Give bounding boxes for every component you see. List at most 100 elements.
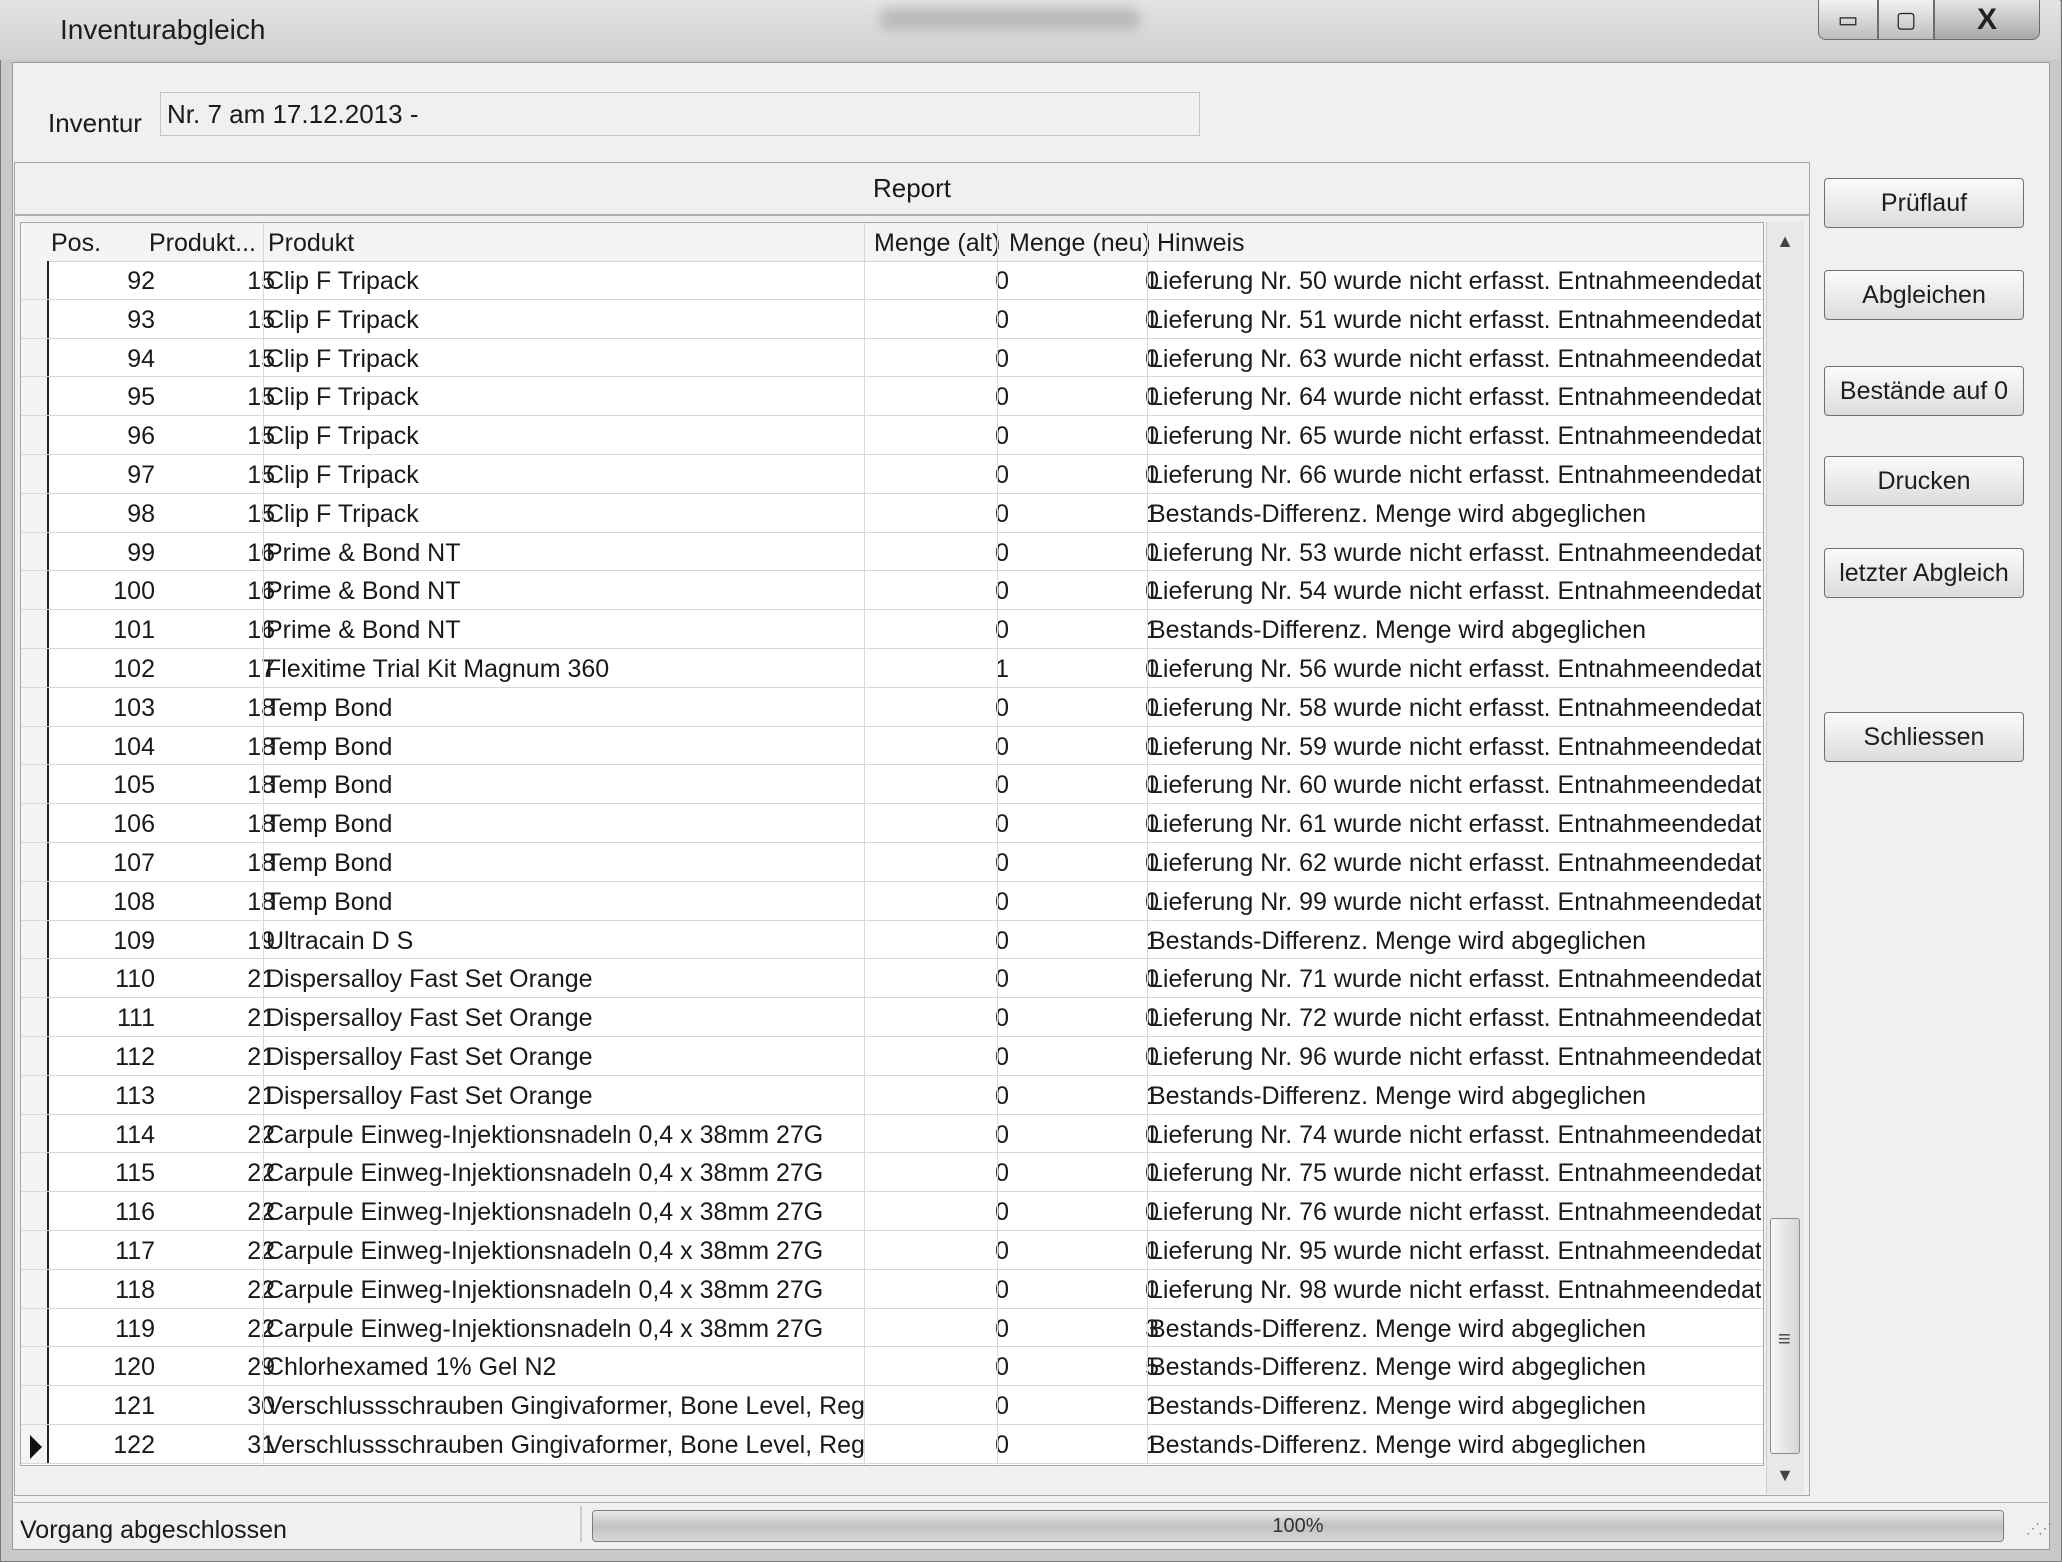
row-selector[interactable] <box>21 1230 49 1269</box>
cell-hinweis[interactable]: Bestands-Differenz. Menge wird abgeglich… <box>1149 1392 1761 1421</box>
cell-pos[interactable]: 114 <box>51 1121 155 1150</box>
row-selector[interactable] <box>21 1308 49 1347</box>
cell-menge-alt[interactable]: 0 <box>861 1353 1009 1382</box>
cell-produkt[interactable]: Prime & Bond NT <box>266 577 866 606</box>
table-row[interactable]: 102 17 Flexitime Trial Kit Magnum 360 1 0 Lie… <box>21 648 1763 688</box>
table-row[interactable]: 122 31 Verschlussschrauben Gingivaformer, … <box>21 1424 1763 1464</box>
cell-menge-neu[interactable]: 0 <box>999 1159 1159 1188</box>
abgleichen-button[interactable]: Abgleichen <box>1824 270 2024 320</box>
cell-menge-alt[interactable]: 0 <box>861 1392 1009 1421</box>
cell-produkt[interactable]: Temp Bond <box>266 733 866 762</box>
cell-hinweis[interactable]: Lieferung Nr. 59 wurde nicht erfasst. En… <box>1149 733 1761 762</box>
row-selector[interactable] <box>21 998 49 1036</box>
cell-menge-alt[interactable]: 0 <box>861 849 1009 878</box>
cell-produkt-nr[interactable]: 18 <box>161 888 275 917</box>
maximize-button[interactable]: ▢ <box>1878 0 1934 40</box>
cell-pos[interactable]: 98 <box>51 500 155 529</box>
cell-produkt[interactable]: Flexitime Trial Kit Magnum 360 <box>266 655 866 684</box>
cell-hinweis[interactable]: Lieferung Nr. 61 wurde nicht erfasst. En… <box>1149 810 1761 839</box>
cell-menge-neu[interactable]: 0 <box>999 1237 1159 1266</box>
cell-menge-alt[interactable]: 0 <box>861 733 1009 762</box>
cell-produkt[interactable]: Clip F Tripack <box>266 345 866 374</box>
row-selector[interactable] <box>21 377 49 416</box>
cell-produkt[interactable]: Carpule Einweg-Injektionsnadeln 0,4 x 38… <box>266 1121 866 1150</box>
table-row[interactable]: 108 18 Temp Bond 0 0 Lieferung Nr. 99 wurde n… <box>21 881 1763 921</box>
cell-menge-neu[interactable]: 0 <box>999 577 1159 606</box>
cell-menge-alt[interactable]: 0 <box>861 422 1009 451</box>
table-row[interactable]: 106 18 Temp Bond 0 0 Lieferung Nr. 61 wurde n… <box>21 804 1763 843</box>
table-row[interactable]: 117 22 Carpule Einweg-Injektionsnadeln 0,4… <box>21 1230 1763 1270</box>
cell-pos[interactable]: 111 <box>51 1004 155 1033</box>
cell-produkt-nr[interactable]: 22 <box>161 1315 275 1344</box>
prueflauf-button[interactable]: Prüflauf <box>1824 178 2024 228</box>
row-selector[interactable] <box>21 1424 49 1463</box>
cell-hinweis[interactable]: Lieferung Nr. 51 wurde nicht erfasst. En… <box>1149 306 1761 335</box>
cell-pos[interactable]: 101 <box>51 616 155 645</box>
cell-hinweis[interactable]: Lieferung Nr. 60 wurde nicht erfasst. En… <box>1149 771 1761 800</box>
cell-produkt-nr[interactable]: 30 <box>161 1392 275 1421</box>
cell-pos[interactable]: 106 <box>51 810 155 839</box>
cell-pos[interactable]: 92 <box>51 267 155 296</box>
bestaende-auf-0-button[interactable]: Bestände auf 0 <box>1824 366 2024 416</box>
cell-menge-alt[interactable]: 0 <box>861 539 1009 568</box>
table-row[interactable]: 116 22 Carpule Einweg-Injektionsnadeln 0,4… <box>21 1192 1763 1231</box>
cell-produkt-nr[interactable]: 15 <box>161 383 275 412</box>
cell-menge-neu[interactable]: 0 <box>999 461 1159 490</box>
cell-menge-neu[interactable]: 0 <box>999 810 1159 839</box>
row-selector[interactable] <box>21 959 49 998</box>
table-row[interactable]: 120 29 Chlorhexamed 1% Gel N2 0 5 Bestands-Di… <box>21 1347 1763 1387</box>
cell-produkt-nr[interactable]: 29 <box>161 1353 275 1382</box>
row-selector[interactable] <box>21 1036 49 1075</box>
scroll-up-icon[interactable]: ▲ <box>1766 224 1804 258</box>
cell-menge-alt[interactable]: 0 <box>861 461 1009 490</box>
row-selector[interactable] <box>21 842 49 881</box>
row-selector[interactable] <box>21 571 49 610</box>
cell-produkt-nr[interactable]: 15 <box>161 500 275 529</box>
cell-pos[interactable]: 119 <box>51 1315 155 1344</box>
cell-hinweis[interactable]: Lieferung Nr. 74 wurde nicht erfasst. En… <box>1149 1121 1761 1150</box>
cell-produkt-nr[interactable]: 22 <box>161 1198 275 1227</box>
cell-produkt[interactable]: Chlorhexamed 1% Gel N2 <box>266 1353 866 1382</box>
table-row[interactable]: 119 22 Carpule Einweg-Injektionsnadeln 0,4… <box>21 1308 1763 1348</box>
cell-menge-neu[interactable]: 0 <box>999 1121 1159 1150</box>
schliessen-button[interactable]: Schliessen <box>1824 712 2024 762</box>
row-selector[interactable] <box>21 804 49 842</box>
cell-produkt-nr[interactable]: 22 <box>161 1276 275 1305</box>
cell-hinweis[interactable]: Lieferung Nr. 75 wurde nicht erfasst. En… <box>1149 1159 1761 1188</box>
cell-produkt[interactable]: Carpule Einweg-Injektionsnadeln 0,4 x 38… <box>266 1198 866 1227</box>
cell-hinweis[interactable]: Lieferung Nr. 56 wurde nicht erfasst. En… <box>1149 655 1761 684</box>
cell-produkt[interactable]: Prime & Bond NT <box>266 539 866 568</box>
cell-pos[interactable]: 97 <box>51 461 155 490</box>
cell-produkt-nr[interactable]: 15 <box>161 345 275 374</box>
column-header-menge-neu[interactable]: Menge (neu) <box>1009 229 1151 258</box>
row-selector[interactable] <box>21 610 49 648</box>
row-selector[interactable] <box>21 532 49 571</box>
cell-produkt[interactable]: Temp Bond <box>266 771 866 800</box>
cell-menge-neu[interactable]: 0 <box>999 655 1159 684</box>
row-selector[interactable] <box>21 726 49 765</box>
cell-menge-alt[interactable]: 0 <box>861 1082 1009 1111</box>
cell-menge-neu[interactable]: 3 <box>999 1315 1159 1344</box>
cell-produkt[interactable]: Prime & Bond NT <box>266 616 866 645</box>
cell-produkt-nr[interactable]: 18 <box>161 849 275 878</box>
cell-menge-neu[interactable]: 0 <box>999 422 1159 451</box>
resize-grip-icon[interactable]: ⋰⋰ <box>2026 1520 2052 1537</box>
cell-menge-neu[interactable]: 1 <box>999 616 1159 645</box>
cell-produkt[interactable]: Temp Bond <box>266 694 866 723</box>
cell-hinweis[interactable]: Lieferung Nr. 99 wurde nicht erfasst. En… <box>1149 888 1761 917</box>
row-selector[interactable] <box>21 1192 49 1230</box>
table-row[interactable]: 118 22 Carpule Einweg-Injektionsnadeln 0,4… <box>21 1269 1763 1309</box>
cell-menge-alt[interactable]: 0 <box>861 1121 1009 1150</box>
cell-menge-alt[interactable]: 0 <box>861 500 1009 529</box>
cell-produkt-nr[interactable]: 22 <box>161 1237 275 1266</box>
table-row[interactable]: 100 16 Prime & Bond NT 0 0 Lieferung Nr. 54 w… <box>21 571 1763 611</box>
cell-pos[interactable]: 96 <box>51 422 155 451</box>
cell-produkt-nr[interactable]: 21 <box>161 1004 275 1033</box>
cell-menge-neu[interactable]: 0 <box>999 1276 1159 1305</box>
table-row[interactable]: 109 19 Ultracain D S 0 1 Bestands-Differenz. … <box>21 920 1763 960</box>
cell-menge-neu[interactable]: 0 <box>999 965 1159 994</box>
cell-produkt[interactable]: Carpule Einweg-Injektionsnadeln 0,4 x 38… <box>266 1159 866 1188</box>
cell-produkt[interactable]: Carpule Einweg-Injektionsnadeln 0,4 x 38… <box>266 1237 866 1266</box>
row-selector[interactable] <box>21 765 49 804</box>
cell-menge-neu[interactable]: 0 <box>999 1198 1159 1227</box>
